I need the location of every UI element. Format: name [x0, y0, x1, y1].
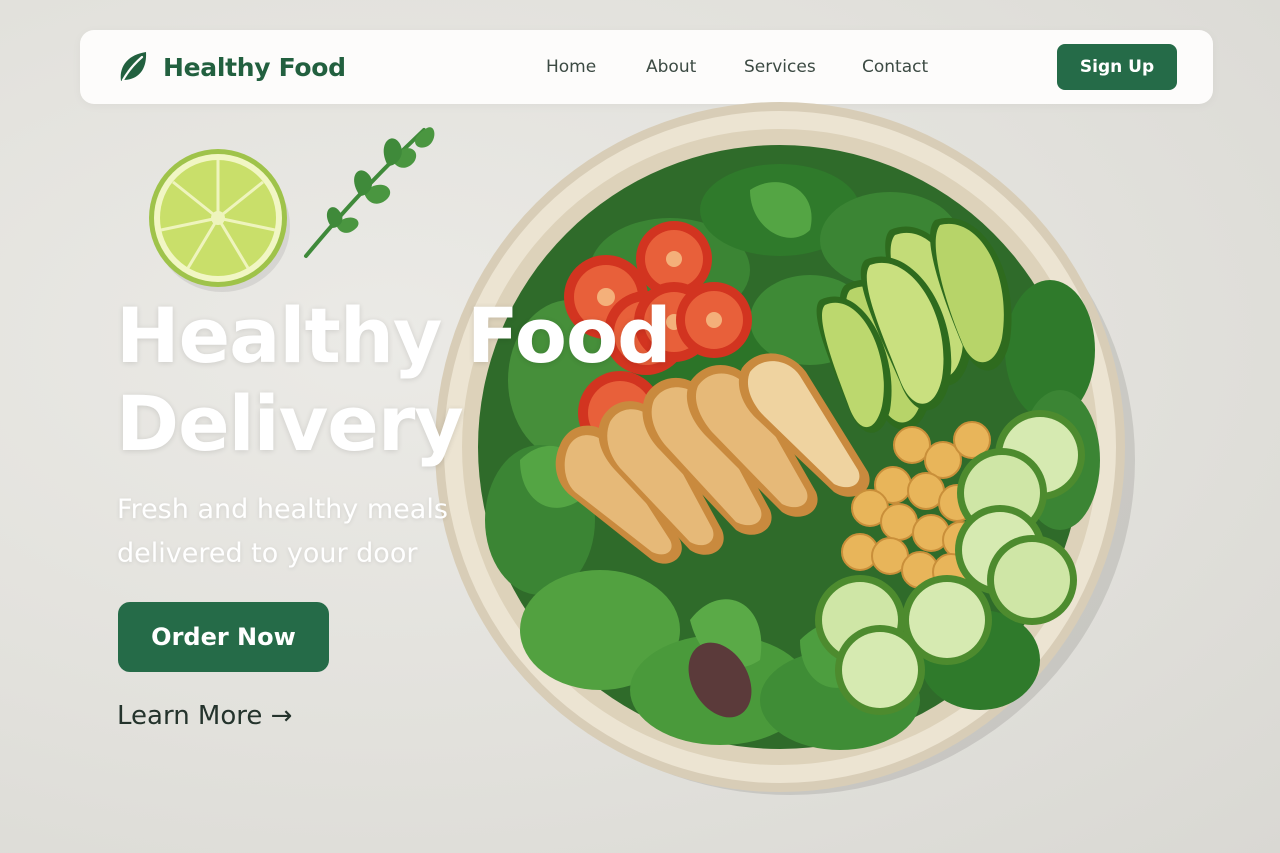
learn-more-link[interactable]: Learn More → [117, 701, 292, 731]
nav-link-contact[interactable]: Contact [862, 57, 928, 77]
hero-title-line-1: Healthy Food [116, 291, 672, 380]
hero-title: Healthy Food Delivery [116, 292, 676, 468]
hero-subtitle-line-1: Fresh and healthy meals [117, 494, 448, 525]
order-now-button[interactable]: Order Now [118, 602, 329, 672]
hero-subtitle-line-2: delivered to your door [117, 538, 418, 569]
nav-link-home[interactable]: Home [546, 57, 596, 77]
navbar: Healthy Food Home About Services Contact… [80, 30, 1213, 104]
nav-link-about[interactable]: About [646, 57, 696, 77]
leaf-icon [120, 52, 147, 82]
hero-subtitle: Fresh and healthy meals delivered to you… [117, 488, 497, 576]
sign-up-button[interactable]: Sign Up [1057, 44, 1177, 90]
lime-image [149, 149, 290, 292]
hero-title-line-2: Delivery [116, 379, 464, 468]
brand-logo[interactable]: Healthy Food [117, 48, 346, 86]
brand-name: Healthy Food [163, 52, 346, 82]
nav-link-services[interactable]: Services [744, 57, 816, 77]
